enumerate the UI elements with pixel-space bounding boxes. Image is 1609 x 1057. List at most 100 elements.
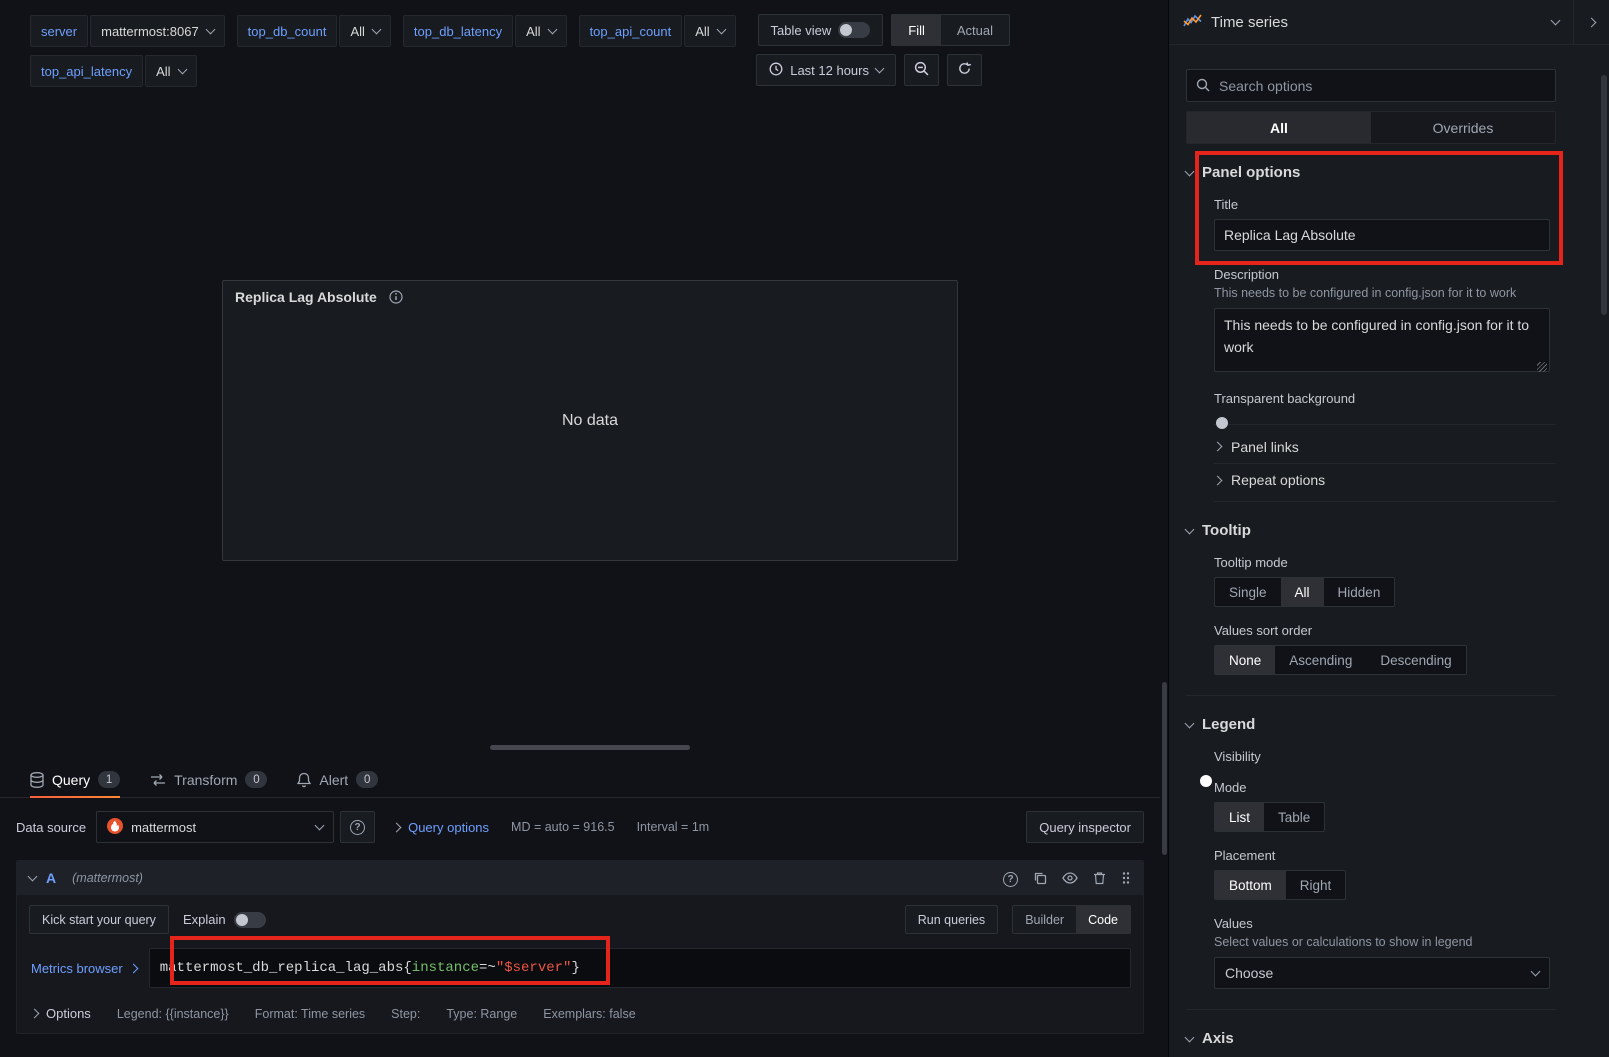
datasource-help-button[interactable]: ? [340,811,375,843]
description-field-label: Description [1214,267,1550,282]
tab-alert[interactable]: Alert 0 [297,762,378,797]
legend-header[interactable]: Legend [1186,716,1556,733]
datasource-label: Data source [16,820,86,835]
title-field-label: Title [1214,197,1550,212]
sort-descending[interactable]: Descending [1366,646,1465,674]
panel-description-textarea[interactable]: This needs to be configured in config.js… [1214,308,1550,372]
placement-bottom[interactable]: Bottom [1215,871,1286,899]
hide-query-button[interactable] [1062,872,1078,884]
kick-start-button[interactable]: Kick start your query [29,905,169,934]
panel-links-row[interactable]: Panel links [1214,430,1556,463]
legend-mode-list[interactable]: List [1215,803,1264,831]
panel-options-header[interactable]: Panel options [1186,164,1556,181]
time-range-picker[interactable]: Last 12 hours [756,54,896,86]
placement-right[interactable]: Right [1286,871,1346,899]
options-scrollbar[interactable] [1601,75,1607,315]
options-collapse-toggle[interactable]: Options [31,1006,91,1021]
transform-icon [150,773,166,787]
panel-resize-handle[interactable] [490,745,690,750]
section-panel-options: Panel options Title Description This nee… [1186,164,1556,502]
format-summary: Format: Time series [255,1007,365,1021]
description-helper-text: This needs to be configured in config.js… [1214,286,1550,300]
code-option[interactable]: Code [1076,906,1130,933]
query-options-toggle[interactable]: Query options [393,820,489,835]
query-ref-id: A [46,870,56,886]
options-search [1186,69,1556,102]
toolbar-row-1: server mattermost:8067 top_db_count All … [30,14,1168,48]
variable-value-dropdown[interactable]: All [339,15,390,47]
refresh-button[interactable] [947,54,982,86]
chevron-right-icon [1213,442,1223,452]
sort-ascending[interactable]: Ascending [1275,646,1366,674]
metrics-row: Metrics browser mattermost_db_replica_la… [17,940,1143,996]
collapse-pane-button[interactable] [1573,0,1609,45]
chevron-down-icon [1185,524,1195,534]
table-view-switch[interactable] [838,22,870,38]
promql-string-value: "$server" [496,960,572,976]
query-card-header[interactable]: A (mattermost) ? [17,861,1143,895]
values-sort-order-group: None Ascending Descending [1214,645,1467,675]
variable-top-db-latency: top_db_latency All [403,15,567,47]
chevron-down-icon [1185,718,1195,728]
legend-values-select[interactable]: Choose [1214,957,1550,989]
step-summary: Step: [391,1007,420,1021]
variable-top-db-count: top_db_count All [237,15,391,47]
options-body: All Overrides Panel options Title Descri… [1169,45,1609,1047]
type-summary: Type: Range [446,1007,517,1021]
tab-all[interactable]: All [1187,112,1371,143]
zoom-out-button[interactable] [904,54,939,86]
datasource-select[interactable]: mattermost [96,811,334,843]
bell-icon [297,772,311,788]
chevron-down-icon[interactable] [28,872,38,882]
interval-text: Interval = 1m [637,820,710,834]
panel-title-input[interactable] [1214,219,1550,251]
viz-picker-header: Time series [1169,0,1609,45]
delete-query-button[interactable] [1093,871,1106,885]
promql-expression-input[interactable]: mattermost_db_replica_lag_abs{instance=~… [149,948,1131,988]
main-scrollbar[interactable] [1162,682,1167,855]
query-help-button[interactable]: ? [1003,869,1018,887]
zoom-out-icon [914,61,929,79]
tooltip-mode-all[interactable]: All [1281,578,1324,606]
sort-none[interactable]: None [1215,646,1275,674]
chevron-down-icon [716,25,726,35]
query-datasource-hint: (mattermost) [72,871,143,885]
panel-preview: Replica Lag Absolute No data [222,280,958,561]
query-toolbar: Kick start your query Explain Run querie… [17,895,1143,940]
chevron-down-icon [1185,166,1195,176]
tooltip-header[interactable]: Tooltip [1186,522,1556,539]
promql-metric: mattermost_db_replica_lag_abs{ [160,960,412,976]
variable-value-dropdown[interactable]: mattermost:8067 [90,15,225,47]
viz-picker-dropdown[interactable]: Time series [1183,13,1552,32]
variable-value-dropdown[interactable]: All [515,15,566,47]
tab-query[interactable]: Query 1 [30,762,120,797]
legend-mode-table[interactable]: Table [1264,803,1324,831]
promql-operator: =~ [479,960,496,976]
tooltip-mode-single[interactable]: Single [1215,578,1281,606]
chevron-right-icon [128,963,138,973]
query-inspector-button[interactable]: Query inspector [1026,811,1144,843]
actual-option[interactable]: Actual [941,15,1009,45]
tooltip-mode-hidden[interactable]: Hidden [1324,578,1395,606]
legend-mode-group: List Table [1214,802,1325,832]
table-view-toggle[interactable]: Table view [758,14,884,46]
tab-transform[interactable]: Transform 0 [150,762,267,797]
chevron-down-icon [1185,1032,1195,1042]
run-queries-button[interactable]: Run queries [905,905,998,934]
duplicate-query-button[interactable] [1033,871,1047,885]
fill-option[interactable]: Fill [892,15,941,45]
repeat-options-row[interactable]: Repeat options [1214,463,1556,496]
explain-switch[interactable] [234,912,266,928]
variable-value-dropdown[interactable]: All [684,15,735,47]
search-options-input[interactable] [1186,69,1556,102]
metrics-browser-button[interactable]: Metrics browser [29,961,137,976]
axis-header[interactable]: Axis [1186,1030,1556,1047]
fill-actual-segmented: Fill Actual [891,14,1010,46]
chevron-down-icon [875,64,885,74]
variable-label: top_api_latency [30,55,143,87]
variable-value-dropdown[interactable]: All [145,55,196,87]
tab-overrides[interactable]: Overrides [1371,112,1555,143]
explain-toggle[interactable]: Explain [183,912,266,928]
builder-option[interactable]: Builder [1013,906,1076,933]
drag-handle-icon[interactable] [1121,871,1131,885]
